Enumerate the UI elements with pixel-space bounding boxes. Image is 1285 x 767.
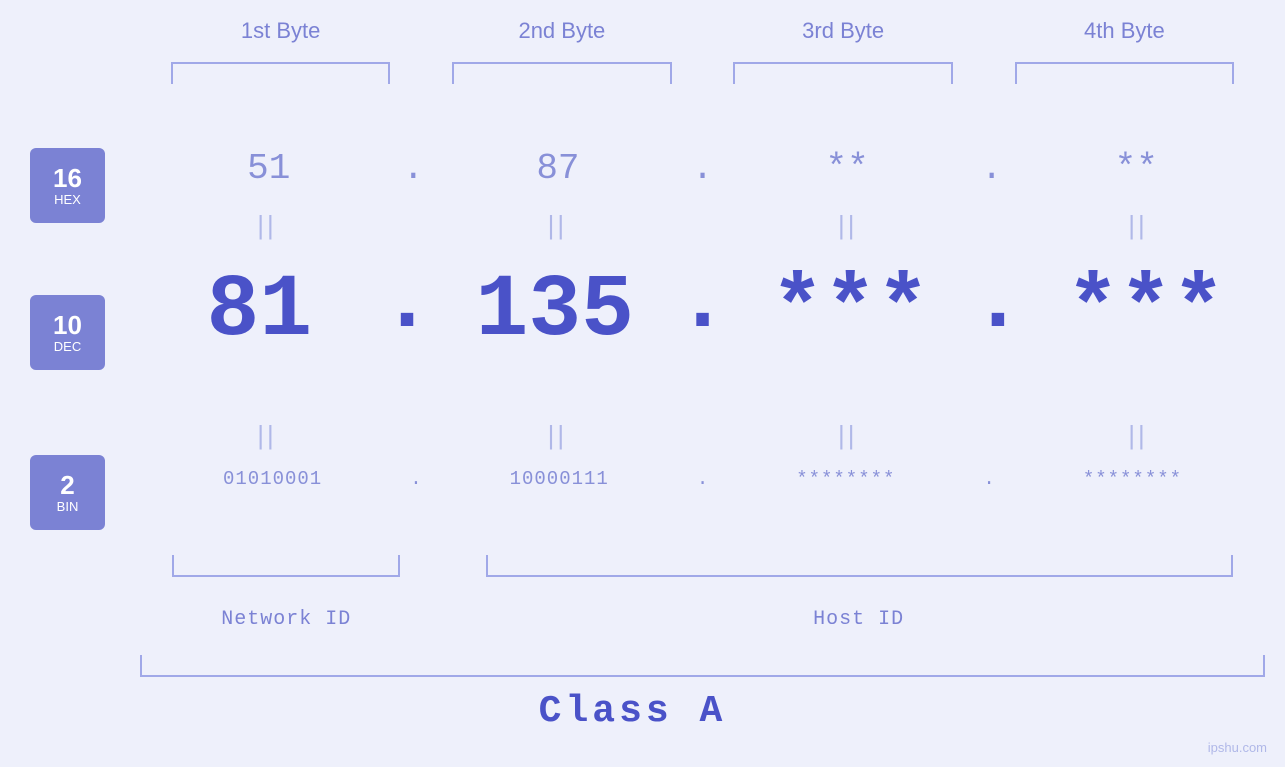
top-brk-inner-2 [452,62,671,84]
dec-val-b4: *** [1026,268,1265,356]
eq-sym-2b: || [430,420,684,451]
eq-row-2: || || || || [140,420,1265,451]
eq-dot-1c [975,213,1011,238]
badge-bin: 2 BIN [30,455,105,530]
byte1-header: 1st Byte [140,18,421,44]
bin-dot-2: . [692,468,713,490]
eq-sym-2a: || [140,420,394,451]
hex-val-b3: ** [718,148,976,189]
btm-brk-host-inner [486,555,1233,577]
eq-sym-1b: || [430,210,684,241]
byte4-header: 4th Byte [984,18,1265,44]
byte2-header: 2nd Byte [421,18,702,44]
hex-dot-2: . [687,148,719,189]
hex-val-b4: ** [1007,148,1265,189]
host-id-label: Host ID [452,608,1265,631]
badge-dec-num: 10 [53,311,82,340]
byte3-header: 3rd Byte [703,18,984,44]
top-brk-1 [140,62,421,84]
badge-bin-num: 2 [60,471,74,500]
eq-sym-2d: || [1011,420,1265,451]
class-a-label: Class A [0,690,1265,733]
eq-sym-2c: || [721,420,975,451]
eq-row-1: || || || || [140,210,1265,241]
badge-dec: 10 DEC [30,295,105,370]
badge-bin-label: BIN [57,499,79,514]
hex-val-b2: 87 [429,148,687,189]
id-spacer: . [433,608,453,631]
eq-sym-1d: || [1011,210,1265,241]
dec-val-b1: 81 [140,268,379,356]
column-headers: 1st Byte 2nd Byte 3rd Byte 4th Byte [140,18,1265,44]
badge-hex: 16 HEX [30,148,105,223]
dec-row: 81 . 135 . *** . *** [140,260,1265,356]
top-brk-2 [421,62,702,84]
dec-val-b3: *** [731,268,970,356]
eq-dot-1b [684,213,720,238]
bin-val-b3: ******** [713,468,978,490]
class-bracket [140,655,1265,677]
bottom-brackets: . [140,555,1265,577]
bin-val-b1: 01010001 [140,468,405,490]
bin-val-b4: ******** [1000,468,1265,490]
btm-brk-network-inner [172,555,400,577]
bin-row: 01010001 . 10000111 . ******** . *******… [140,468,1265,490]
page-wrapper: 1st Byte 2nd Byte 3rd Byte 4th Byte 16 H… [0,0,1285,767]
badge-dec-label: DEC [54,339,81,354]
bin-val-b2: 10000111 [427,468,692,490]
id-labels: Network ID . Host ID [140,608,1265,631]
top-brk-3 [703,62,984,84]
eq-dot-2a [394,423,430,448]
btm-brk-network [140,555,432,577]
dec-dot-2: . [674,260,731,356]
bin-dot-1: . [405,468,426,490]
top-brk-4 [984,62,1265,84]
btm-brk-host [454,555,1265,577]
eq-dot-2c [975,423,1011,448]
eq-dot-2b [684,423,720,448]
watermark: ipshu.com [1208,740,1267,755]
bin-dot-3: . [978,468,999,490]
badge-hex-num: 16 [53,164,82,193]
hex-dot-1: . [398,148,430,189]
dec-val-b2: 135 [435,268,674,356]
dec-dot-3: . [970,260,1027,356]
eq-dot-1a [394,213,430,238]
top-brk-inner-4 [1015,62,1234,84]
hex-dot-3: . [976,148,1008,189]
btm-spacer-1: . [432,555,453,577]
network-id-label: Network ID [140,608,433,631]
top-brackets [140,62,1265,84]
eq-sym-1a: || [140,210,394,241]
badge-hex-label: HEX [54,192,81,207]
hex-val-b1: 51 [140,148,398,189]
top-brk-inner-1 [171,62,390,84]
eq-sym-1c: || [721,210,975,241]
hex-row: 51 . 87 . ** . ** [140,148,1265,189]
dec-dot-1: . [379,260,436,356]
top-brk-inner-3 [733,62,952,84]
